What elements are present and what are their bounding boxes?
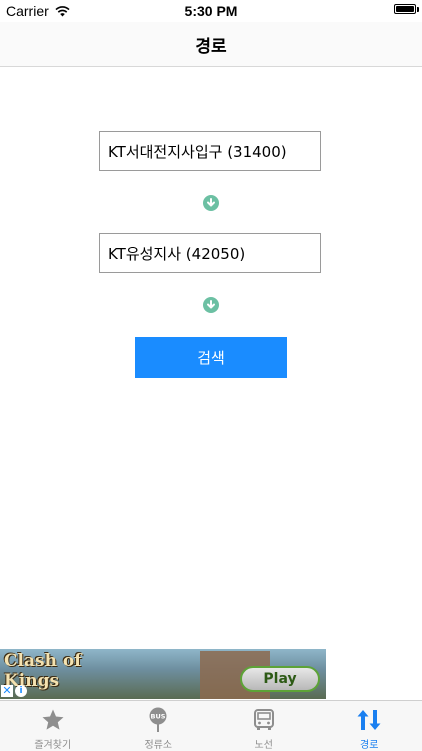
route-arrows-icon <box>356 707 382 733</box>
tab-bus-route[interactable]: 노선 <box>211 701 317 751</box>
ad-banner[interactable]: Clash of Kings Play ✕ i <box>0 649 326 699</box>
ad-title-line1: Clash of <box>4 651 124 671</box>
battery-tip <box>417 7 419 12</box>
page-title: 경로 <box>195 32 226 57</box>
ad-close-icon[interactable]: ✕ <box>1 685 13 697</box>
arrow-down-glyph <box>206 198 216 208</box>
ad-info-icon[interactable]: i <box>15 685 27 697</box>
svg-text:BUS: BUS <box>151 713 166 721</box>
origin-field[interactable]: KT서대전지사입구 (31400) <box>99 131 321 171</box>
ad-play-button[interactable]: Play <box>240 666 320 692</box>
search-button[interactable]: 검색 <box>135 337 287 378</box>
origin-value: KT서대전지사입구 (31400) <box>108 141 287 162</box>
arrow-down-icon <box>203 297 219 313</box>
tab-bar: 즐겨찾기 BUS 정류소 노선 <box>0 700 422 751</box>
battery-icon <box>394 4 416 14</box>
destination-value: KT유성지사 (42050) <box>108 243 245 264</box>
status-time: 5:30 PM <box>0 3 422 19</box>
arrow-down-icon <box>203 195 219 211</box>
tab-label: 노선 <box>255 736 273 751</box>
tab-label: 경로 <box>360 736 378 751</box>
star-icon <box>40 707 66 733</box>
tab-bus-stop[interactable]: BUS 정류소 <box>106 701 212 751</box>
arrow-down-glyph <box>206 300 216 310</box>
bus-icon <box>251 707 277 733</box>
tab-label: 정류소 <box>144 736 172 751</box>
battery-fill <box>396 6 414 12</box>
status-bar: Carrier 5:30 PM <box>0 0 422 22</box>
status-right <box>394 4 416 14</box>
destination-field[interactable]: KT유성지사 (42050) <box>99 233 321 273</box>
navigation-bar: 경로 <box>0 22 422 67</box>
tab-favorites[interactable]: 즐겨찾기 <box>0 701 106 751</box>
bus-stop-icon: BUS <box>145 707 171 733</box>
tab-route[interactable]: 경로 <box>317 701 422 751</box>
tab-label: 즐겨찾기 <box>34 736 71 751</box>
